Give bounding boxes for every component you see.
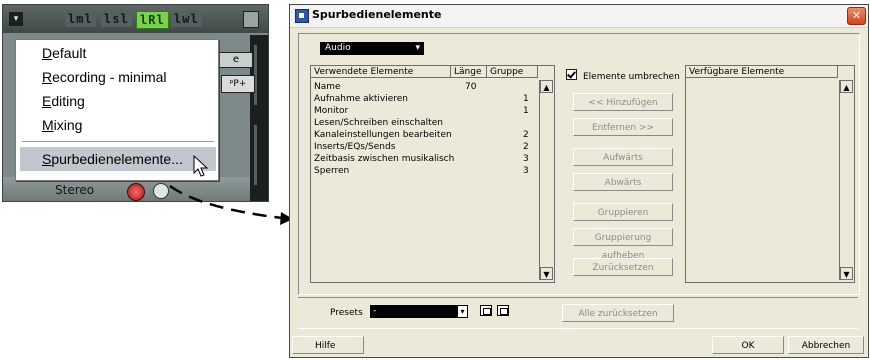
remove-button[interactable]: Entfernen >> — [573, 118, 673, 136]
column-header-group[interactable]: Gruppe — [487, 66, 538, 78]
list-item[interactable]: Lesen/Schreiben einschalten — [311, 117, 538, 129]
available-elements-header: Verfügbare Elemente — [686, 66, 838, 79]
used-elements-scrollbar[interactable]: ▲ ▼ — [539, 80, 554, 280]
used-elements-header: Verwendete Elemente Länge Gruppe — [311, 66, 538, 79]
chevron-down-icon: ▾ — [415, 43, 420, 53]
scroll-up-icon[interactable]: ▲ — [840, 80, 853, 93]
available-elements-scrollbar[interactable]: ▲ ▼ — [839, 80, 854, 280]
list-item[interactable]: Monitor 1 — [311, 105, 538, 117]
delete-preset-icon[interactable] — [497, 305, 509, 316]
chevron-down-icon: ▾ — [457, 305, 468, 318]
dialog-title: Spurbedienelemente — [312, 8, 442, 21]
scroll-down-icon[interactable]: ▼ — [840, 267, 853, 280]
ungroup-button[interactable]: Gruppierung aufheben — [573, 228, 673, 261]
scroll-down-icon[interactable]: ▼ — [540, 267, 553, 280]
used-elements-list[interactable]: Verwendete Elemente Länge Gruppe Name 70 … — [310, 65, 555, 283]
list-item[interactable]: Inserts/EQs/Sends 2 — [311, 141, 538, 153]
add-button[interactable]: << Hinzufügen — [573, 93, 673, 111]
ok-button[interactable]: OK — [712, 336, 784, 354]
move-up-button[interactable]: Aufwärts — [573, 148, 673, 166]
list-item[interactable]: Name 70 — [311, 81, 538, 93]
track-type-select[interactable]: Audio ▾ — [320, 42, 424, 55]
save-preset-icon[interactable] — [480, 305, 492, 316]
checkbox-checked-icon[interactable] — [566, 69, 577, 80]
help-button[interactable]: Hilfe — [292, 336, 364, 354]
wrap-elements-checkbox[interactable]: Elemente umbrechen — [566, 69, 680, 82]
dialog-titlebar: Spurbedienelemente ✕ — [290, 5, 868, 28]
scroll-up-icon[interactable]: ▲ — [540, 80, 553, 93]
reset-all-button[interactable]: Alle zurücksetzen — [562, 304, 674, 322]
presets-label: Presets — [330, 308, 363, 318]
cancel-button[interactable]: Abbrechen — [788, 336, 864, 354]
reset-button[interactable]: Zurücksetzen — [573, 258, 673, 276]
available-elements-list[interactable]: Verfügbare Elemente ▲ ▼ — [685, 65, 855, 283]
app-icon — [295, 9, 309, 23]
move-down-button[interactable]: Abwärts — [573, 173, 673, 191]
column-header-available-elements[interactable]: Verfügbare Elemente — [686, 66, 838, 78]
close-button[interactable]: ✕ — [847, 7, 866, 25]
group-button[interactable]: Gruppieren — [573, 203, 673, 221]
presets-select[interactable]: - ▾ — [370, 305, 468, 318]
list-item[interactable]: Sperren 3 — [311, 165, 538, 177]
list-item[interactable]: Kanaleinstellungen bearbeiten 2 — [311, 129, 538, 141]
list-item[interactable]: Aufnahme aktivieren 1 — [311, 93, 538, 105]
column-header-length[interactable]: Länge — [451, 66, 487, 78]
track-controls-dialog: Spurbedienelemente ✕ Audio ▾ Verwendete E… — [289, 4, 869, 358]
list-item[interactable]: Zeitbasis zwischen musikalisch 3 — [311, 153, 538, 165]
column-header-used-elements[interactable]: Verwendete Elemente — [311, 66, 451, 78]
